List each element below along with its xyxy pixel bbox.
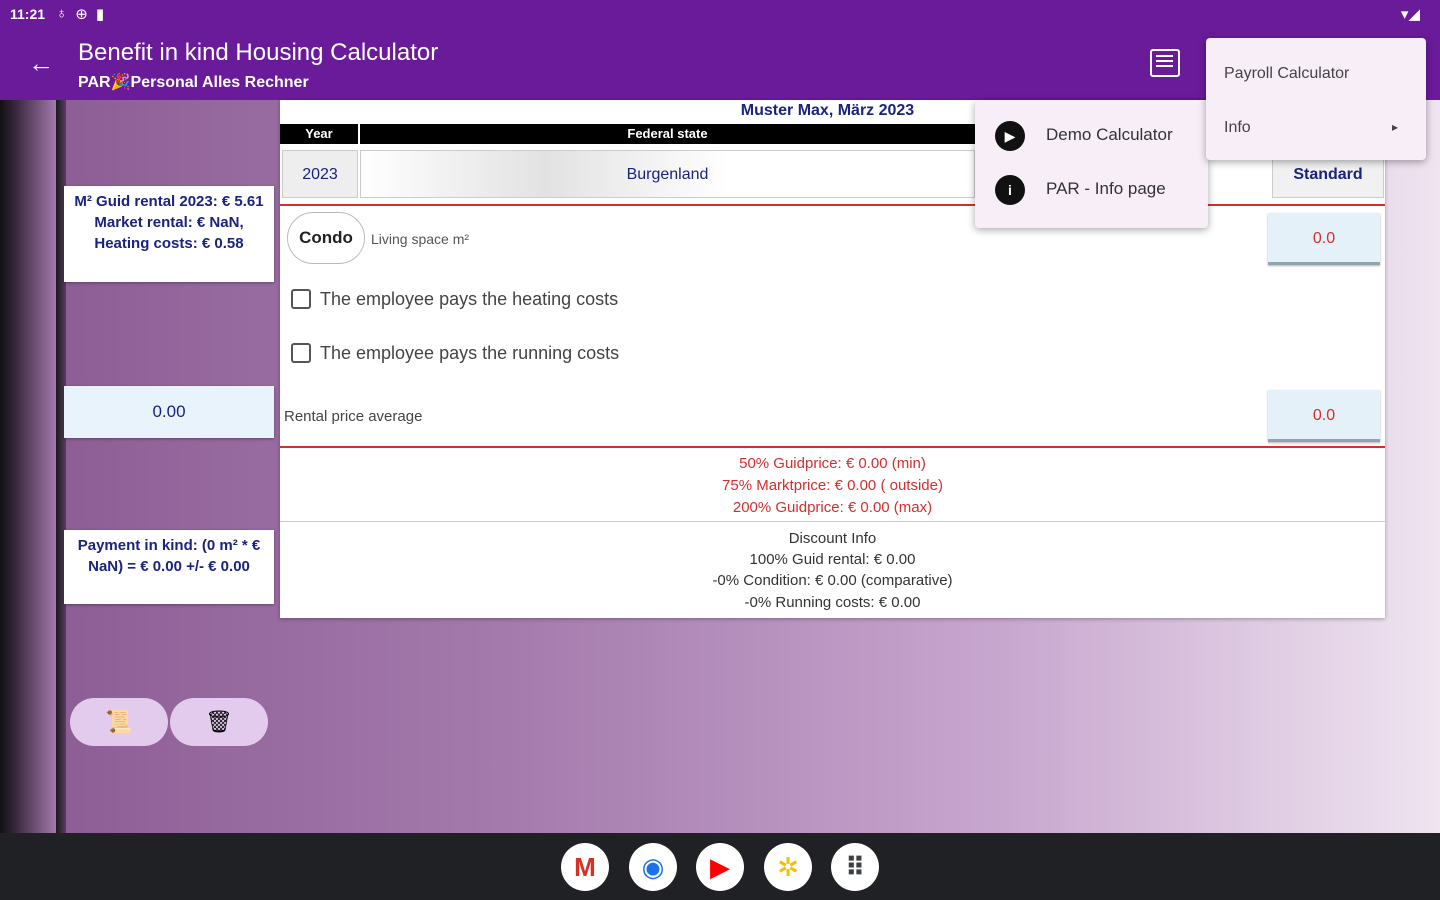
rental-price-input[interactable]: 0.0 <box>1268 390 1380 442</box>
info-submenu: ▶ Demo Calculator i PAR - Info page <box>975 100 1208 228</box>
submenu-arrow-icon: ▸ <box>1392 120 1399 134</box>
guide-price-min: 50% Guidprice: € 0.00 (min) <box>739 455 926 472</box>
discount-running-costs: -0% Running costs: € 0.00 <box>744 594 921 611</box>
scroll-icon: 📜 <box>105 709 133 734</box>
table-view-icon[interactable] <box>1150 49 1180 77</box>
living-space-label: Living space m² <box>371 231 470 247</box>
wifi-signal-icon: ▾◢ <box>1400 6 1420 23</box>
market-price: 75% Marktprice: € 0.00 ( outside) <box>722 477 943 494</box>
running-costs-label: The employee pays the running costs <box>320 343 620 363</box>
page-title: Benefit in kind Housing Calculator <box>78 39 439 66</box>
heating-costs-checkbox[interactable] <box>291 289 311 309</box>
status-time: 11:21 <box>10 6 46 22</box>
heating-costs-label: The employee pays the heating costs <box>320 289 619 309</box>
gmail-icon[interactable]: M <box>561 843 609 891</box>
delete-button[interactable]: 🗑 <box>170 698 268 746</box>
guide-price-max: 200% Guidprice: € 0.00 (max) <box>732 499 933 516</box>
menu-item-payroll-calculator[interactable]: Payroll Calculator <box>1224 65 1349 83</box>
menu-item-info[interactable]: Info <box>1224 119 1251 137</box>
back-arrow-icon[interactable]: ← <box>28 48 54 79</box>
guide-rental-info-card: M² Guid rental 2023: € 5.61 Market renta… <box>64 186 274 282</box>
discount-info-title: Discount Info <box>788 530 877 547</box>
calculator-panel: Muster Max, März 2023 Year Federal state… <box>280 100 1385 618</box>
total-value-field[interactable]: 0.00 <box>64 386 274 438</box>
app-drawer-icon[interactable]: ⠿ <box>831 843 879 891</box>
scroll-document-button[interactable]: 📜 <box>70 698 168 746</box>
info-icon: i <box>995 175 1025 205</box>
battery-icon: ▮ <box>95 6 105 23</box>
menu-item-label: PAR - Info page <box>1046 179 1166 198</box>
page-subtitle: PAR🎉Personal Alles Rechner <box>78 74 309 91</box>
divider <box>280 446 1385 448</box>
year-select[interactable]: 2023 <box>282 150 358 198</box>
rental-price-label: Rental price average <box>284 408 423 425</box>
globe-icon: ⊕ <box>75 6 88 23</box>
menu-item-label: Demo Calculator <box>1046 125 1173 144</box>
federal-state-select[interactable]: Burgenland <box>360 150 975 198</box>
notification-icon: ♁ <box>56 5 68 22</box>
overflow-menu: Payroll Calculator Info ▸ <box>1206 38 1426 160</box>
trash-icon: 🗑 <box>205 709 233 734</box>
menu-item-info-page[interactable]: i PAR - Info page <box>975 163 1208 217</box>
menu-item-demo-calculator[interactable]: ▶ Demo Calculator <box>975 109 1208 163</box>
chrome-icon[interactable]: ◉ <box>629 843 677 891</box>
left-gradient-stripe <box>0 100 56 833</box>
status-bar: 11:21 ♁ ⊕ ▮ ▾◢ <box>0 0 1440 30</box>
divider <box>280 521 1385 522</box>
condo-toggle-button[interactable]: Condo <box>287 212 365 264</box>
play-icon: ▶ <box>995 121 1025 151</box>
running-costs-checkbox[interactable] <box>291 343 311 363</box>
divider <box>280 204 1385 206</box>
discount-guide-rental: 100% Guid rental: € 0.00 <box>749 551 916 568</box>
photos-icon[interactable]: ✲ <box>764 843 812 891</box>
youtube-icon[interactable]: ▶ <box>696 843 744 891</box>
federal-state-header: Federal state <box>360 124 975 144</box>
status-icons: ♁ ⊕ ▮ <box>56 5 104 23</box>
payment-in-kind-card: Payment in kind: (0 m² * € NaN) = € 0.00… <box>64 530 274 604</box>
living-space-input[interactable]: 0.0 <box>1268 213 1380 265</box>
year-header: Year <box>280 124 358 144</box>
discount-condition: -0% Condition: € 0.00 (comparative) <box>712 572 953 589</box>
